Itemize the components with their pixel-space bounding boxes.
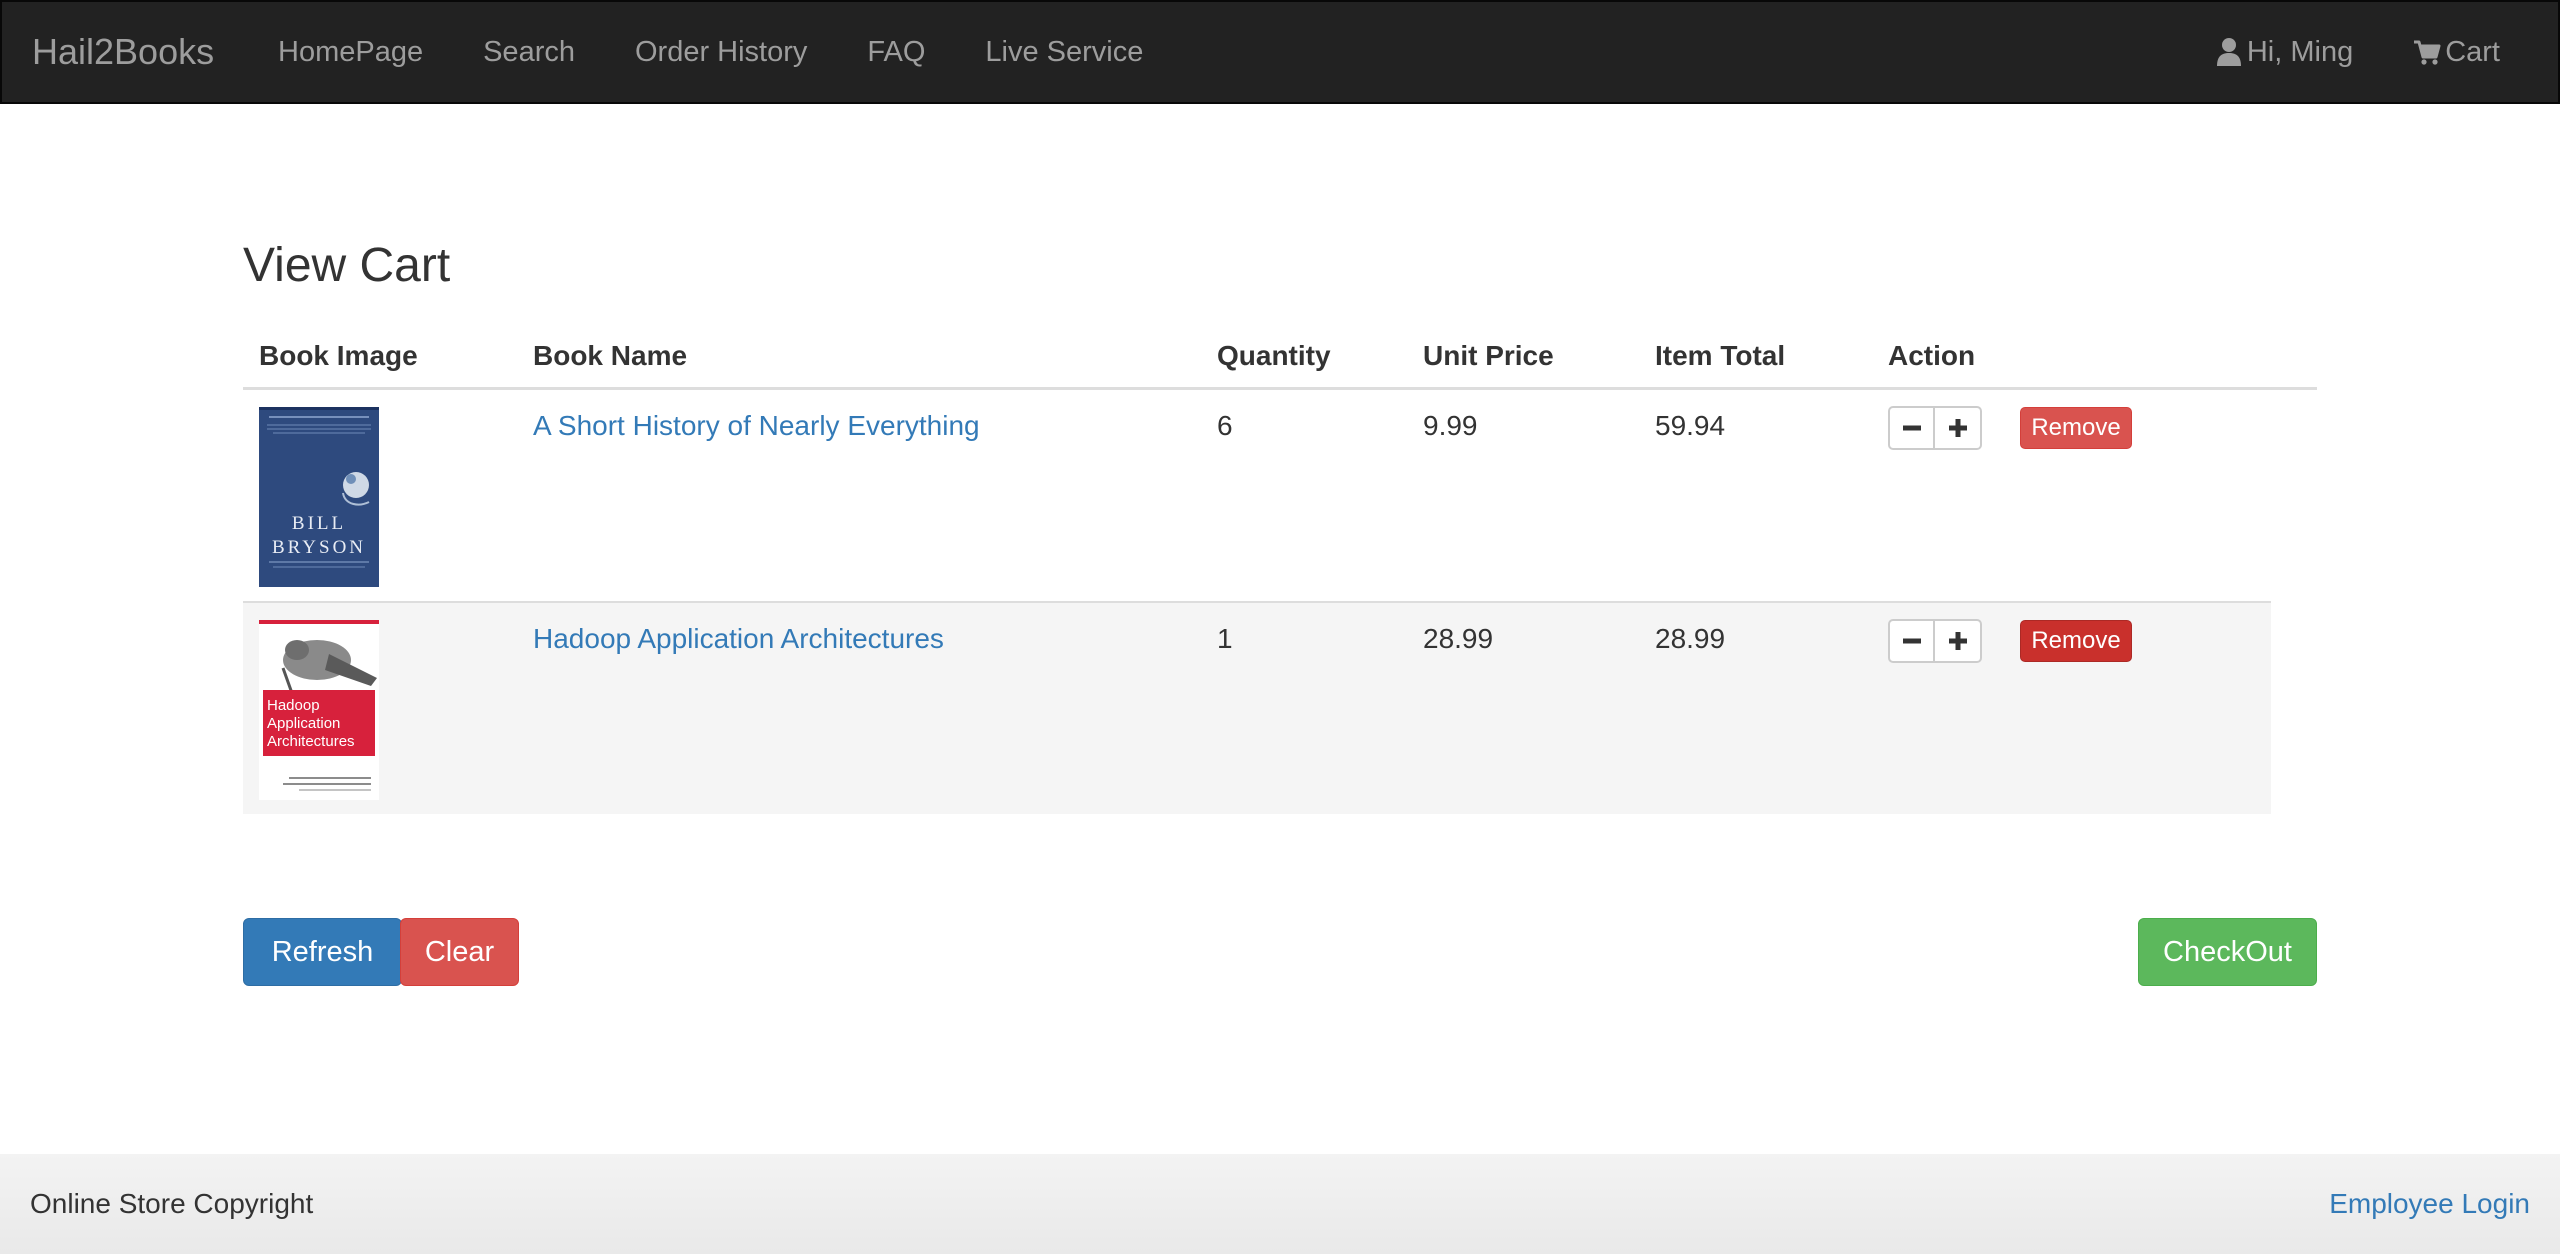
user-nav: Hi, Ming Cart [2185, 2, 2530, 102]
header-unit-price: Unit Price [1423, 340, 1554, 371]
page-title: View Cart [243, 239, 451, 292]
nav-faq[interactable]: FAQ [837, 2, 955, 102]
cart-table: Book Image Book Name Quantity Unit Price… [243, 322, 2317, 814]
quantity-stepper [1888, 619, 1982, 663]
plus-icon [1947, 417, 1969, 439]
checkout-button[interactable]: CheckOut [2138, 918, 2317, 986]
header-item-total: Item Total [1655, 340, 1786, 371]
book-title-link[interactable]: Hadoop Application Architectures [533, 623, 944, 655]
user-icon [2215, 37, 2243, 67]
employee-login-link[interactable]: Employee Login [2329, 1154, 2530, 1254]
cover-title-line-3: Architectures [267, 733, 355, 750]
book-quantity: 1 [1217, 623, 1233, 654]
book-cover-image: Hadoop Application Architectures [259, 620, 379, 800]
book-title-link[interactable]: A Short History of Nearly Everything [533, 410, 980, 442]
refresh-button[interactable]: Refresh [243, 918, 402, 986]
table-row: BILL BRYSON A Short History of Nearly Ev… [243, 390, 2317, 601]
nav-cart[interactable]: Cart [2383, 2, 2530, 102]
quantity-stepper [1888, 406, 1982, 450]
decrease-quantity-button[interactable] [1888, 406, 1935, 450]
book-cover-image: BILL BRYSON [259, 407, 379, 587]
brand-logo[interactable]: Hail2Books [32, 2, 214, 102]
decrease-quantity-button[interactable] [1888, 619, 1935, 663]
nav-search[interactable]: Search [453, 2, 605, 102]
minus-icon [1901, 630, 1923, 652]
header-book-image: Book Image [259, 340, 418, 371]
cover-author-first: BILL [292, 513, 346, 534]
remove-item-button[interactable]: Remove [2020, 407, 2132, 449]
increase-quantity-button[interactable] [1935, 619, 1982, 663]
nav-order-history[interactable]: Order History [605, 2, 837, 102]
cover-title-line-1: Hadoop [267, 697, 320, 714]
table-header: Book Image Book Name Quantity Unit Price… [243, 322, 2317, 390]
footer-copyright: Online Store Copyright [30, 1188, 314, 1219]
increase-quantity-button[interactable] [1935, 406, 1982, 450]
user-greeting: Hi, Ming [2246, 36, 2354, 68]
cover-author-last: BRYSON [272, 537, 366, 558]
shopping-cart-icon [2413, 37, 2441, 67]
main-nav: HomePage Search Order History FAQ Live S… [248, 2, 1173, 102]
header-quantity: Quantity [1217, 340, 1331, 371]
book-unit-price: 9.99 [1423, 410, 1478, 441]
page-footer: Online Store Copyright Employee Login [0, 1154, 2560, 1254]
cart-label: Cart [2445, 36, 2500, 68]
nav-homepage[interactable]: HomePage [248, 2, 453, 102]
table-row: Hadoop Application Architectures Hadoop … [243, 601, 2271, 814]
header-book-name: Book Name [533, 340, 688, 371]
minus-icon [1901, 417, 1923, 439]
book-item-total: 59.94 [1655, 410, 1726, 441]
book-item-total: 28.99 [1655, 623, 1726, 654]
nav-user-account[interactable]: Hi, Ming [2185, 2, 2383, 102]
remove-item-button[interactable]: Remove [2020, 620, 2132, 662]
plus-icon [1947, 630, 1969, 652]
clear-cart-button[interactable]: Clear [400, 918, 519, 986]
book-unit-price: 28.99 [1423, 623, 1494, 654]
cover-title-line-2: Application [267, 715, 340, 732]
header-action: Action [1888, 340, 1976, 371]
top-navbar: Hail2Books HomePage Search Order History… [0, 0, 2560, 104]
book-quantity: 6 [1217, 410, 1233, 441]
nav-live-service[interactable]: Live Service [955, 2, 1173, 102]
